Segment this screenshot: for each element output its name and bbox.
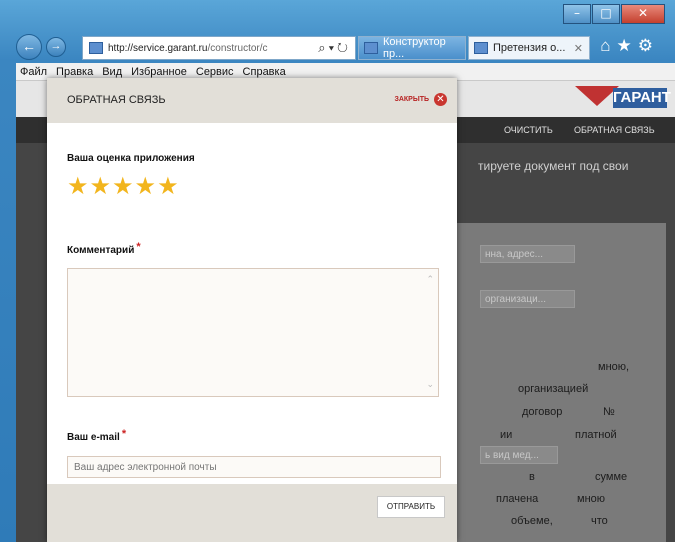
feedback-dialog: ОБРАТНАЯ СВЯЗЬ ЗАКРЫТЬ ✕ Ваша оценка при… — [47, 78, 457, 542]
body-word: плачена — [496, 493, 539, 505]
star-icon[interactable]: ★ — [67, 174, 89, 198]
body-word: мною, — [598, 361, 630, 373]
send-button[interactable]: ОТПРАВИТЬ — [377, 496, 445, 518]
bg-field[interactable]: нна, адрес... — [480, 245, 575, 263]
nav-feedback-link[interactable]: ОБРАТНАЯ СВЯЗЬ — [574, 117, 655, 143]
body-word: организацией — [518, 383, 589, 395]
body-word: сумме — [595, 471, 628, 483]
forward-button[interactable]: → — [46, 37, 66, 57]
tab-favicon-icon — [474, 42, 488, 54]
dialog-header: ОБРАТНАЯ СВЯЗЬ ЗАКРЫТЬ ✕ — [47, 78, 457, 123]
body-word: мною — [577, 493, 606, 505]
tab-favicon-icon — [364, 42, 378, 54]
email-label: Ваш e-mail * — [67, 428, 127, 443]
dialog-footer: ОТПРАВИТЬ — [47, 484, 457, 542]
tab-label: Конструктор пр... — [383, 36, 446, 60]
comment-label: Комментарий * — [67, 241, 141, 256]
garant-logo: ГАРАНТ — [575, 86, 671, 113]
body-word: ии — [500, 429, 513, 441]
star-icon[interactable]: ★ — [157, 174, 179, 198]
star-icon[interactable]: ★ — [135, 174, 157, 198]
site-favicon-icon — [89, 42, 103, 54]
address-bar[interactable]: http://service.garant.ru /constructor/c … — [82, 36, 356, 60]
bg-field[interactable]: ь вид мед... — [480, 446, 558, 464]
window-controls: – □ ✕ — [563, 4, 665, 24]
tab-close-icon[interactable]: ✕ — [574, 42, 583, 55]
tab-constructor[interactable]: Конструктор пр... — [358, 36, 466, 60]
body-word: платной — [575, 429, 617, 441]
browser-window: – □ ✕ ← → http://service.garant.ru /cons… — [0, 0, 675, 542]
email-label-text: Ваш e-mail — [67, 432, 120, 443]
back-button[interactable]: ← — [16, 34, 42, 60]
body-word: объеме, — [511, 515, 553, 527]
address-path: /constructor/c — [207, 42, 268, 54]
toolbar-icons[interactable]: ⌂★⚙ — [600, 36, 659, 56]
maximize-button[interactable]: □ — [592, 4, 620, 24]
body-word: № — [603, 406, 615, 418]
close-window-button[interactable]: ✕ — [621, 4, 665, 24]
body-word: что — [591, 515, 608, 527]
address-row: ← → http://service.garant.ru /constructo… — [16, 34, 667, 62]
body-word: договор — [522, 406, 563, 418]
search-refresh-icons[interactable]: ⌕▾↻ — [318, 40, 351, 56]
scroll-up-icon[interactable]: ⌃ — [426, 275, 434, 285]
star-icon[interactable]: ★ — [90, 174, 112, 198]
comment-label-text: Комментарий — [67, 245, 135, 256]
dialog-title: ОБРАТНАЯ СВЯЗЬ — [67, 94, 166, 106]
nav-clear-link[interactable]: ОЧИСТИТЬ — [504, 117, 553, 143]
email-input[interactable] — [67, 456, 441, 478]
intro-text: тируете документ под свои — [478, 159, 629, 173]
rating-label: Ваша оценка приложения — [67, 153, 195, 164]
close-icon: ✕ — [434, 93, 447, 106]
body-word: в — [529, 471, 535, 483]
close-label: ЗАКРЫТЬ — [394, 96, 429, 103]
dialog-close-button[interactable]: ЗАКРЫТЬ ✕ — [394, 93, 447, 106]
tab-label: Претензия о... — [493, 42, 566, 54]
minimize-button[interactable]: – — [563, 4, 591, 24]
logo-text: ГАРАНТ — [613, 88, 671, 108]
bg-field[interactable]: организаци... — [480, 290, 575, 308]
comment-textarea[interactable]: ⌃ ⌄ — [67, 268, 439, 397]
tab-claim[interactable]: Претензия о... ✕ — [468, 36, 590, 60]
required-marker: * — [136, 241, 141, 253]
rating-stars: ★ ★ ★ ★ ★ — [67, 174, 179, 198]
scroll-down-icon[interactable]: ⌄ — [426, 380, 434, 390]
star-icon[interactable]: ★ — [112, 174, 134, 198]
required-marker: * — [121, 428, 127, 440]
menu-file[interactable]: Файл — [20, 63, 47, 80]
address-host: http://service.garant.ru — [108, 42, 208, 54]
